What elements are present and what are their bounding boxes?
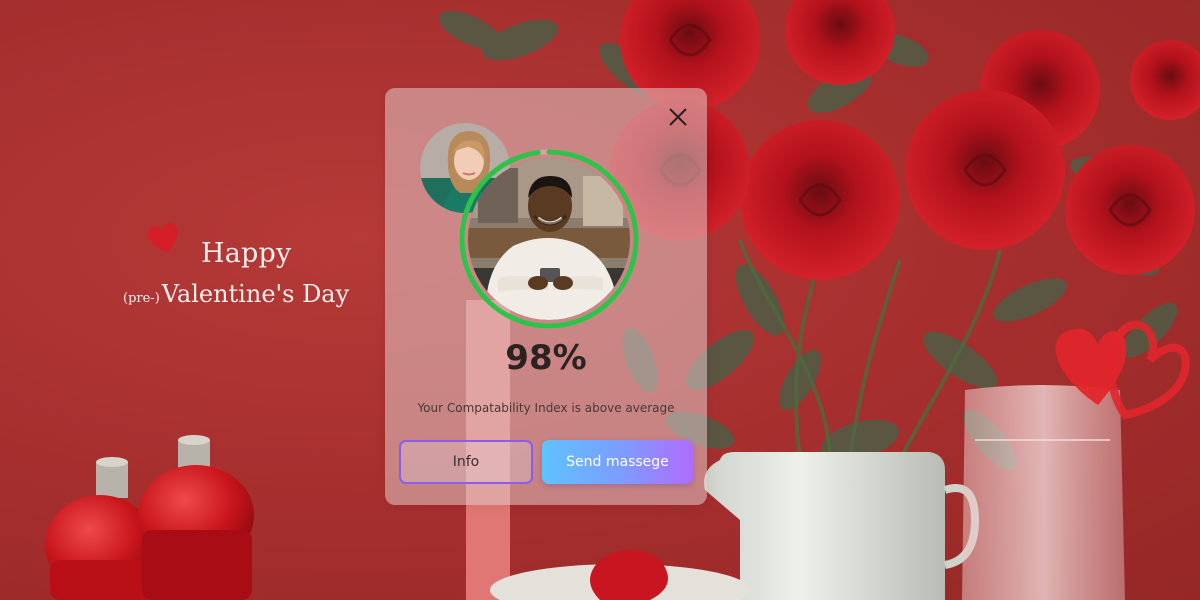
info-button[interactable]: Info bbox=[399, 440, 533, 484]
compatibility-caption: Your Compatability Index is above averag… bbox=[417, 401, 675, 415]
close-icon[interactable] bbox=[665, 104, 691, 130]
greeting-prefix: (pre-) bbox=[123, 291, 160, 306]
heart-icon bbox=[148, 223, 178, 253]
greeting-line-happy: Happy bbox=[201, 238, 292, 269]
send-message-button[interactable]: Send massege bbox=[542, 440, 693, 484]
user-avatar bbox=[468, 158, 630, 320]
compatibility-card: 98% Your Compatability Index is above av… bbox=[385, 88, 707, 505]
greeting: Happy (pre-)Valentine's Day bbox=[120, 220, 380, 320]
compatibility-percent: 98% bbox=[505, 338, 587, 378]
greeting-line-valentines: (pre-)Valentine's Day bbox=[123, 280, 349, 308]
greeting-valentines-day: Valentine's Day bbox=[161, 280, 350, 308]
